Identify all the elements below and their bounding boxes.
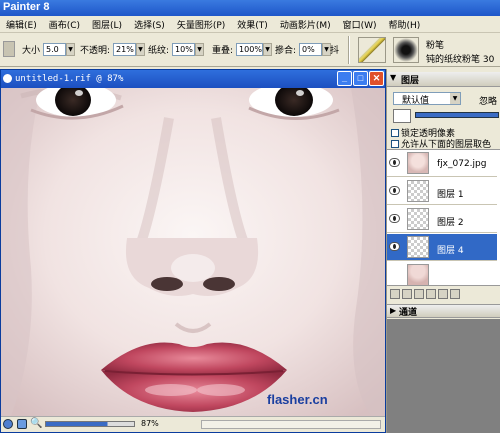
layer-name: 图层 1 [437, 190, 464, 200]
opacity-dropdown-icon[interactable]: ▼ [136, 42, 146, 56]
resat-dropdown-icon[interactable]: ▼ [263, 42, 273, 56]
delete-layer-icon[interactable] [450, 289, 460, 299]
bleed-label: 摻合: [275, 45, 297, 56]
resat-field[interactable]: 100% [236, 42, 264, 56]
document-status-bar: 🔍 87% [1, 416, 385, 432]
layers-panel-header[interactable]: ▼ 图层 [387, 72, 500, 87]
channels-panel-header[interactable]: ▶ 通道 [387, 304, 500, 318]
watermark: flasher.cn [267, 392, 328, 407]
layers-panel-title: 图层 [401, 76, 420, 86]
face-painting [1, 88, 385, 416]
close-button[interactable]: ✕ [369, 71, 384, 86]
layer-opacity-slider[interactable] [415, 112, 499, 118]
canvas[interactable]: flasher.cn [1, 88, 385, 416]
visibility-eye-icon[interactable] [389, 214, 400, 223]
document-title: untitled-1.rif @ 87% [15, 74, 124, 84]
menu-select[interactable]: 选择(S) [128, 18, 171, 31]
maximize-button[interactable]: □ [353, 71, 368, 86]
layer-name: 图层 2 [437, 218, 464, 228]
ignore-label: 忽略 [479, 97, 498, 107]
jitter-label: 抖 [330, 45, 340, 56]
menu-movie[interactable]: 动画影片(M) [274, 18, 337, 31]
enable-mask-icon[interactable] [426, 289, 436, 299]
layer-thumbnail [407, 264, 429, 286]
visibility-eye-icon[interactable] [389, 186, 400, 195]
grain-label: 纸纹: [148, 45, 170, 56]
dynamic-plugins-icon[interactable] [402, 289, 412, 299]
layer-tools [390, 289, 462, 301]
layer-item-1[interactable]: 图层 1 [387, 178, 497, 205]
layer-list: fjx_072.jpg 图层 1 图层 2 图层 4 [387, 149, 500, 286]
grain-field[interactable]: 10% [172, 42, 196, 56]
app-title-bar: Painter 8 [0, 0, 500, 16]
resat-label: 重叠: [212, 45, 234, 56]
lock-transparency-checkbox[interactable] [391, 129, 399, 137]
new-layer-icon[interactable] [438, 289, 448, 299]
layer-name: 图层 4 [437, 246, 464, 256]
minimize-button[interactable]: _ [337, 71, 352, 86]
zoom-slider[interactable] [45, 421, 135, 427]
composite-method-value: 默认值 [402, 96, 430, 106]
brush-tool-icon[interactable] [3, 41, 15, 57]
menu-bar: 编辑(E) 画布(C) 图层(L) 选择(S) 矢量图形(P) 效果(T) 动画… [0, 16, 500, 33]
opacity-field[interactable]: 21% [113, 42, 137, 56]
layer-item-fjx072[interactable]: fjx_072.jpg [387, 150, 497, 177]
layer-name: fjx_072.jpg [437, 159, 487, 169]
layer-item-2[interactable]: 图层 2 [387, 206, 497, 233]
menu-effects[interactable]: 效果(T) [231, 18, 274, 31]
layer-item-4-selected[interactable]: 图层 4 [387, 234, 497, 261]
collapse-arrow-icon[interactable]: ▼ [390, 73, 396, 82]
expand-arrow-icon[interactable]: ▶ [390, 306, 396, 315]
layer-thumbnail [407, 208, 429, 230]
menu-help[interactable]: 帮助(H) [383, 18, 427, 31]
create-mask-icon[interactable] [414, 289, 424, 299]
navigator-icon[interactable] [3, 419, 13, 429]
opacity-label: 不透明: [80, 45, 111, 56]
document-window: untitled-1.rif @ 87% _ □ ✕ flasher.cn 🔍 … [0, 69, 386, 433]
layer-commands-icon[interactable] [390, 289, 400, 299]
composite-method-select[interactable]: 默认值 ▼ [393, 92, 461, 106]
layer-thumbnail [407, 152, 429, 174]
app-title: Painter 8 [3, 1, 50, 13]
brush-category[interactable]: 粉笔 [426, 37, 444, 51]
brush-variant-dab-icon[interactable] [393, 37, 419, 63]
visibility-eye-icon[interactable] [389, 158, 400, 167]
size-dropdown-icon[interactable]: ▼ [66, 42, 76, 56]
menu-canvas[interactable]: 画布(C) [43, 18, 86, 31]
zoom-icon[interactable]: 🔍 [30, 418, 42, 429]
brush-variant[interactable]: 钝的纸纹粉笔 30 [426, 51, 494, 65]
channels-panel-title: 通道 [399, 308, 418, 318]
toolbar-divider [348, 36, 350, 64]
horizontal-scrollbar[interactable] [201, 420, 381, 429]
layers-panel: ▼ 图层 默认值 ▼ 忽略 锁定透明像素 允许从下面的图层取色 fjx_072.… [386, 69, 500, 433]
property-bar: 大小 5.0 ▼ 不透明: 21% ▼ 纸纹: 10% ▼ 重叠: 100% ▼… [0, 33, 500, 67]
bleed-field[interactable]: 0% [299, 42, 323, 56]
visibility-eye-icon[interactable] [389, 242, 400, 251]
tracing-icon[interactable] [17, 419, 27, 429]
pick-underlying-checkbox[interactable] [391, 140, 399, 148]
panel-empty-area [387, 319, 500, 433]
chevron-down-icon[interactable]: ▼ [450, 93, 460, 104]
menu-window[interactable]: 窗口(W) [337, 18, 383, 31]
panel-menu-icon[interactable] [393, 109, 411, 123]
painter-doc-icon [3, 74, 12, 83]
grain-dropdown-icon[interactable]: ▼ [195, 42, 205, 56]
size-field[interactable]: 5.0 [43, 42, 67, 56]
size-label: 大小 [22, 45, 41, 56]
document-title-bar: untitled-1.rif @ 87% _ □ ✕ [1, 70, 385, 88]
layer-thumbnail [407, 180, 429, 202]
menu-edit[interactable]: 编辑(E) [0, 18, 43, 31]
menu-layers[interactable]: 图层(L) [86, 18, 128, 31]
brush-category-icon[interactable] [358, 37, 386, 63]
menu-shapes[interactable]: 矢量图形(P) [171, 18, 231, 31]
layer-thumbnail [407, 236, 429, 258]
zoom-readout: 87% [141, 419, 159, 428]
layer-item-partial [387, 262, 497, 289]
